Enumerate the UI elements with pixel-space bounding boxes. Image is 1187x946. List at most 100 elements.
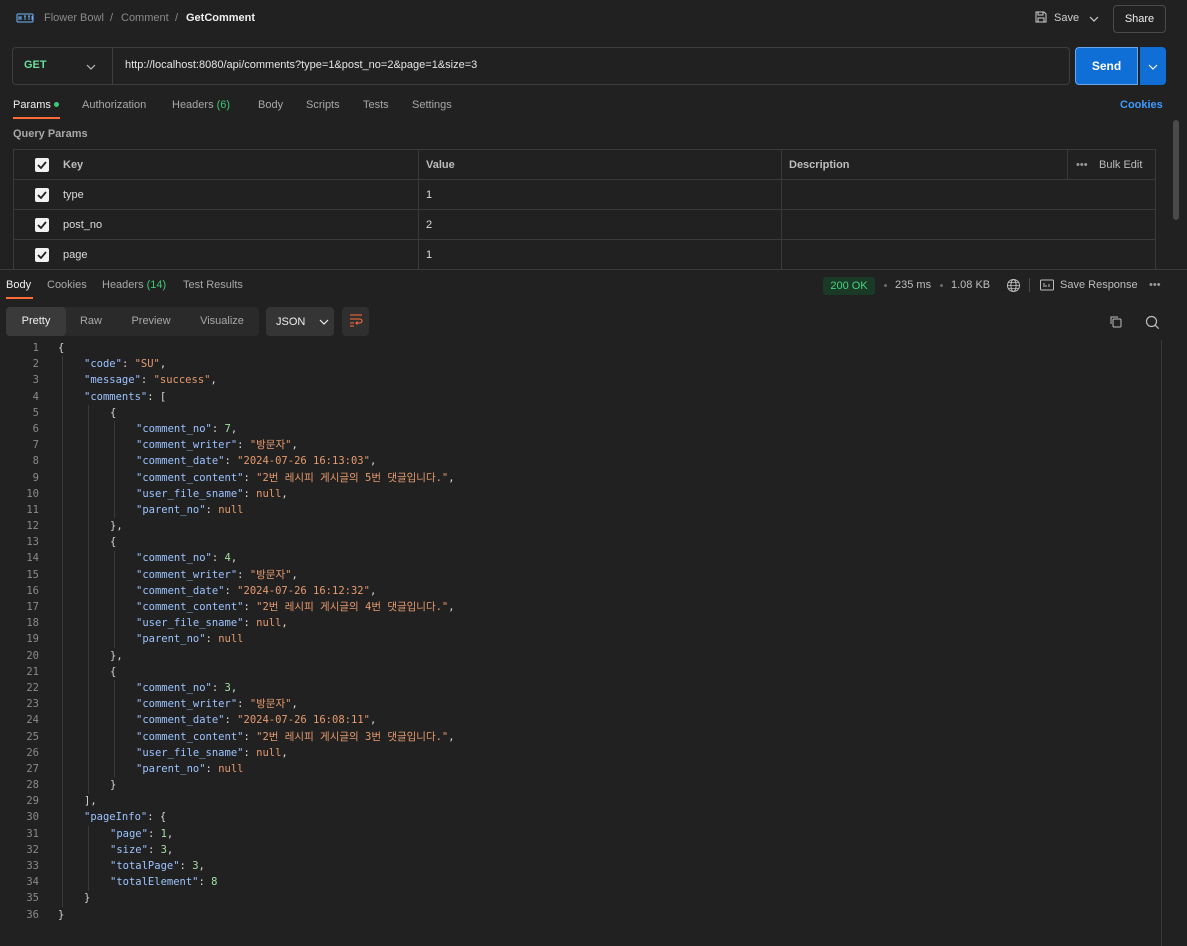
response-tab-test-results[interactable]: Test Results: [183, 279, 243, 291]
breadcrumb-folder[interactable]: Comment: [121, 12, 169, 24]
code-text: "comment_no": 4,: [136, 550, 237, 566]
more-options-icon[interactable]: •••: [1076, 150, 1088, 180]
view-pretty[interactable]: Pretty: [6, 307, 66, 336]
row-checkbox[interactable]: [35, 188, 49, 202]
code-text: "comment_writer": "방문자",: [136, 437, 298, 453]
code-line: 12},: [0, 518, 1160, 534]
line-number: 2: [32, 358, 39, 371]
param-key[interactable]: type: [63, 180, 84, 210]
request-scrollbar[interactable]: [1173, 120, 1179, 220]
query-params-heading: Query Params: [13, 128, 88, 140]
code-text: "totalElement": 8: [110, 874, 218, 890]
code-token: :: [243, 617, 257, 630]
line-number: 21: [26, 665, 39, 678]
line-number: 3: [32, 374, 39, 387]
save-response-button[interactable]: Save Response: [1060, 279, 1138, 291]
share-button[interactable]: Share: [1113, 5, 1166, 33]
column-header-key: Key: [63, 159, 84, 171]
code-text: "parent_no": null: [136, 502, 244, 518]
tab-settings[interactable]: Settings: [412, 99, 452, 111]
send-button[interactable]: Send: [1075, 47, 1138, 85]
send-options-button[interactable]: [1140, 47, 1166, 85]
line-number: 35: [26, 892, 39, 905]
code-line: 18 "user_file_sname": null,: [0, 615, 1160, 631]
code-token: :: [224, 584, 238, 597]
code-token: "comment_date": [136, 455, 225, 468]
response-tab-headers[interactable]: Headers (14): [102, 279, 166, 291]
code-text: "comment_no": 7,: [136, 421, 237, 437]
param-value[interactable]: 1: [426, 240, 432, 270]
breadcrumb-collection[interactable]: Flower Bowl: [44, 12, 104, 24]
view-preview[interactable]: Preview: [118, 307, 184, 336]
param-key[interactable]: page: [63, 240, 87, 270]
bulk-edit-button[interactable]: Bulk Edit: [1099, 150, 1142, 180]
status-badge[interactable]: 200 OK: [823, 277, 875, 295]
code-token: :: [224, 714, 238, 727]
breadcrumb-request-name[interactable]: GetComment: [186, 12, 255, 24]
save-button[interactable]: Save: [1030, 6, 1083, 30]
code-text: "comment_writer": "방문자",: [136, 567, 298, 583]
tab-authorization[interactable]: Authorization: [82, 99, 146, 111]
code-token: "pageInfo": [84, 811, 148, 824]
code-token: "comment_no": [136, 552, 212, 565]
method-select[interactable]: GET: [24, 59, 47, 71]
code-token: :: [211, 552, 225, 565]
active-tab-indicator: [6, 297, 33, 299]
code-token: :: [243, 601, 257, 613]
tab-tests[interactable]: Tests: [363, 99, 389, 111]
code-token: "parent_no": [136, 503, 206, 516]
code-token: ,: [369, 455, 377, 468]
code-line: 17 "comment_content": "2번 레시피 게시글의 4번 댓글입…: [0, 599, 1160, 615]
code-text: "comment_content": "2번 레시피 게시글의 5번 댓글입니다…: [136, 470, 455, 486]
row-checkbox[interactable]: [35, 218, 49, 232]
code-token: "comment_content": [136, 730, 244, 743]
code-text: "user_file_sname": null,: [136, 615, 288, 631]
tab-headers[interactable]: Headers (6): [172, 99, 230, 111]
code-text: "comment_date": "2024-07-26 16:08:11",: [136, 712, 376, 728]
more-options-icon[interactable]: •••: [1149, 279, 1161, 291]
pane-divider[interactable]: [0, 269, 1187, 270]
response-size[interactable]: 1.08 KB: [951, 279, 990, 291]
code-token: :: [205, 503, 219, 516]
view-visualize[interactable]: Visualize: [186, 307, 258, 336]
code-token: {: [58, 342, 65, 354]
copy-icon[interactable]: [1107, 313, 1125, 331]
param-value[interactable]: 2: [426, 210, 432, 240]
code-text: "comment_date": "2024-07-26 16:12:32",: [136, 583, 376, 599]
save-icon: [1034, 10, 1048, 27]
tab-params[interactable]: Params: [13, 99, 59, 111]
save-options-button[interactable]: [1084, 6, 1104, 30]
tab-body[interactable]: Body: [258, 99, 283, 111]
url-input[interactable]: http://localhost:8080/api/comments?type=…: [125, 59, 477, 71]
code-token: "comment_date": [136, 714, 225, 727]
response-time[interactable]: 235 ms: [895, 279, 931, 291]
response-tab-body[interactable]: Body: [6, 279, 31, 291]
search-icon[interactable]: [1143, 313, 1161, 331]
response-tab-cookies[interactable]: Cookies: [47, 279, 87, 291]
code-token: },: [110, 649, 123, 662]
chevron-down-icon[interactable]: [86, 59, 96, 73]
response-body-code[interactable]: 1{2 "code": "SU", 3 "message": "success", 4 "…: [0, 340, 1160, 923]
row-checkbox[interactable]: [35, 248, 49, 262]
code-token: ,: [448, 601, 455, 613]
line-number: 12: [26, 520, 39, 533]
globe-icon[interactable]: [1006, 278, 1021, 296]
param-value[interactable]: 1: [426, 180, 432, 210]
save-response-icon: [1040, 279, 1054, 294]
code-line: 25 "comment_content": "2번 레시피 게시글의 3번 댓글입…: [0, 729, 1160, 745]
select-all-checkbox[interactable]: [35, 158, 49, 172]
code-line: 3 "message": "success",: [0, 372, 1160, 388]
line-number: 1: [32, 342, 39, 354]
code-token: :: [237, 698, 250, 711]
tab-scripts[interactable]: Scripts: [306, 99, 340, 111]
view-raw[interactable]: Raw: [66, 307, 116, 336]
wrap-lines-button[interactable]: [342, 307, 369, 336]
format-select[interactable]: JSON: [266, 307, 334, 336]
param-key[interactable]: post_no: [63, 210, 102, 240]
cookies-link[interactable]: Cookies: [1120, 99, 1163, 111]
code-token: ,: [291, 568, 298, 581]
code-text: "user_file_sname": null,: [136, 745, 288, 761]
line-number: 6: [32, 422, 39, 435]
code-text: "user_file_sname": null,: [136, 486, 288, 502]
code-token: :: [243, 487, 257, 500]
